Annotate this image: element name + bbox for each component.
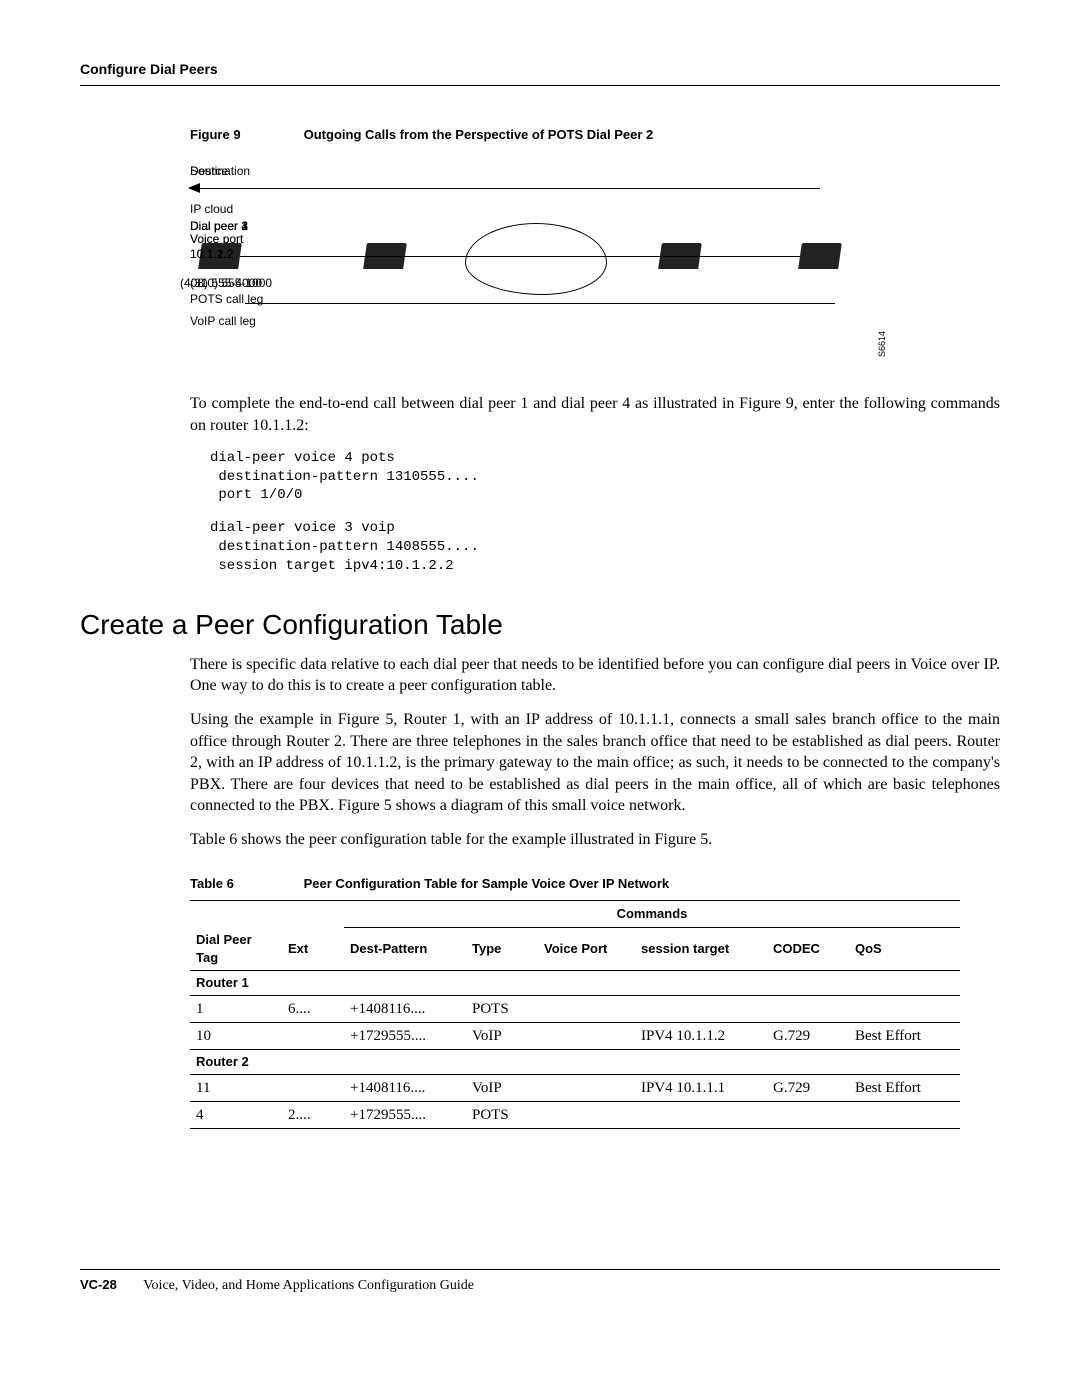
col-header: session target — [635, 927, 767, 971]
code-block: dial-peer voice 4 pots destination-patte… — [210, 449, 1000, 506]
section-heading: Create a Peer Configuration Table — [80, 606, 1000, 644]
table-row: 10 +1729555.... VoIP IPV4 10.1.1.2 G.729… — [190, 1023, 960, 1050]
figure-label: Figure 9 — [190, 126, 300, 144]
col-header: Voice Port — [538, 927, 635, 971]
code-block: dial-peer voice 3 voip destination-patte… — [210, 519, 1000, 576]
table-caption: Table 6 Peer Configuration Table for Sam… — [190, 875, 1000, 893]
arrow-line — [200, 188, 820, 189]
paragraph: To complete the end-to-end call between … — [190, 393, 1000, 436]
label-source: Source — [190, 163, 228, 179]
doc-title: Voice, Video, and Home Applications Conf… — [143, 1278, 474, 1293]
col-header: Type — [466, 927, 538, 971]
col-header: Ext — [282, 927, 344, 971]
label-ip-right: 10.1.1.2 — [190, 246, 233, 262]
router-section: Router 1 — [190, 971, 960, 996]
figure-diagram: Destination Source Dial peer 1 Dial peer… — [190, 163, 1000, 363]
col-header: Dial Peer Tag — [190, 927, 282, 971]
table-label: Table 6 — [190, 875, 300, 893]
page-footer: VC-28 Voice, Video, and Home Application… — [80, 1269, 1000, 1296]
table-title: Peer Configuration Table for Sample Voic… — [304, 876, 670, 891]
group-header: Commands — [617, 906, 688, 921]
table-row: 11 +1408116.... VoIP IPV4 10.1.1.1 G.729… — [190, 1074, 960, 1101]
peer-config-table: Commands Dial Peer Tag Ext Dest-Pattern … — [190, 900, 960, 1129]
network-line — [240, 256, 800, 257]
label-voip-leg: VoIP call leg — [190, 313, 256, 329]
col-header: Dest-Pattern — [344, 927, 466, 971]
col-header: CODEC — [767, 927, 849, 971]
label-phone-right: (310) 555-1000 — [190, 275, 272, 291]
brace-line — [245, 303, 835, 304]
cloud-icon — [465, 223, 607, 295]
label-pots-leg: POTS call leg — [190, 291, 263, 307]
header-title: Configure Dial Peers — [80, 61, 218, 77]
paragraph: Using the example in Figure 5, Router 1,… — [190, 709, 1000, 817]
table-row: 1 6.... +1408116.... POTS — [190, 995, 960, 1022]
arrow-head-icon — [188, 183, 200, 193]
figure-title: Outgoing Calls from the Perspective of P… — [304, 127, 654, 142]
diagram-id: S6614 — [876, 331, 888, 357]
router-section: Router 2 — [190, 1050, 960, 1075]
phone-icon — [798, 243, 842, 269]
page-header: Configure Dial Peers — [80, 60, 1000, 86]
paragraph: Table 6 shows the peer configuration tab… — [190, 829, 1000, 851]
table-row: 4 2.... +1729555.... POTS — [190, 1102, 960, 1129]
paragraph: There is specific data relative to each … — [190, 654, 1000, 697]
label-ip-cloud: IP cloud — [190, 201, 233, 217]
figure-caption: Figure 9 Outgoing Calls from the Perspec… — [190, 126, 1000, 144]
page-number: VC-28 — [80, 1276, 140, 1294]
col-header: QoS — [849, 927, 960, 971]
